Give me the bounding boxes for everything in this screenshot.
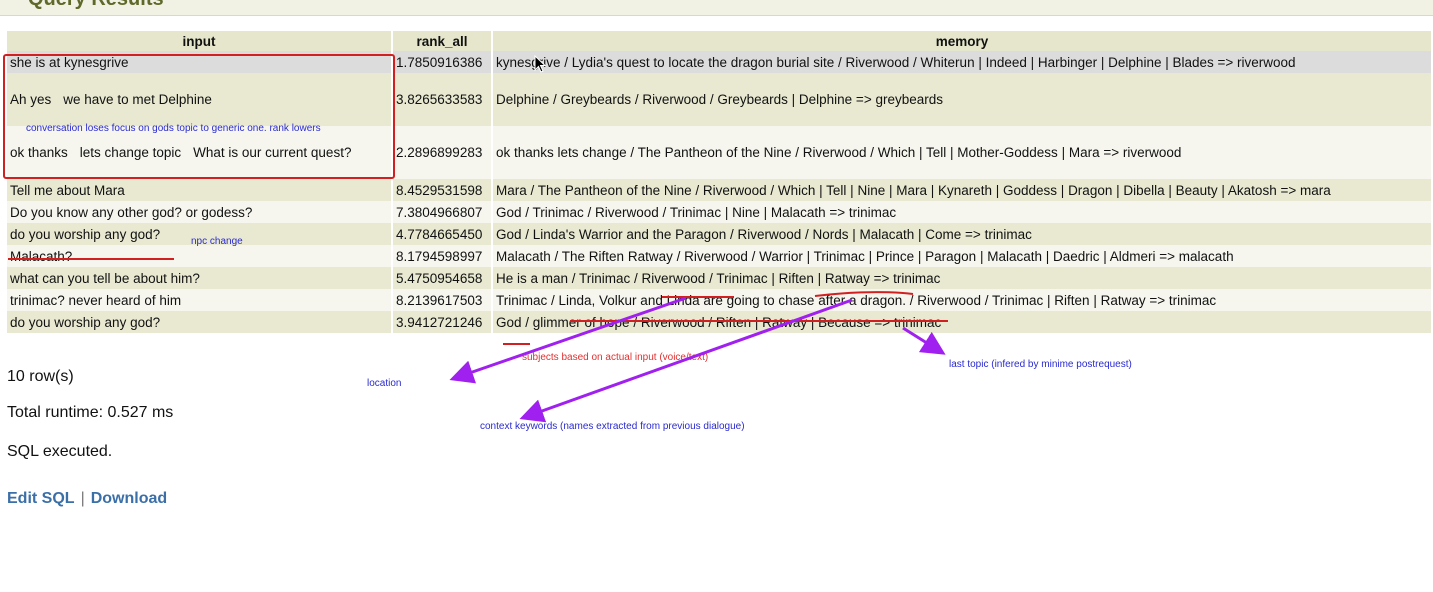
cell-input: do you worship any god? [7, 311, 391, 333]
edit-sql-link[interactable]: Edit SQL [7, 490, 75, 507]
annotation-last-topic: last topic (infered by minime postreques… [949, 359, 1132, 370]
cell-input: trinimac? never heard of him [7, 289, 391, 311]
cell-input: Do you know any other god? or godess? [7, 201, 391, 223]
input-text: Ah yes [10, 92, 52, 107]
table-row: Ah yes we have to met Delphine 3.82656335… [7, 73, 1431, 126]
cell-memory: Malacath / The Riften Ratway / Riverwood… [493, 245, 1431, 267]
table-row: Tell me about Mara 8.4529531598 Mara / T… [7, 179, 1431, 201]
table-row: do you worship any god? 3.9412721246 God… [7, 311, 1431, 333]
cell-rank-all: 4.7784665450 [393, 223, 491, 245]
table-row: what can you tell be about him? 5.475095… [7, 267, 1431, 289]
section-title: Query Results [28, 0, 164, 11]
annotation-location: location [367, 378, 402, 389]
column-header-memory[interactable]: memory [493, 31, 1431, 51]
annotation-focus-note: conversation loses focus on gods topic t… [26, 123, 321, 134]
cell-rank-all: 8.1794598997 [393, 245, 491, 267]
download-link[interactable]: Download [91, 490, 167, 507]
table-header-row: input rank_all memory [7, 31, 1431, 51]
cell-memory: God / Trinimac / Riverwood / Trinimac | … [493, 201, 1431, 223]
cell-input: Tell me about Mara [7, 179, 391, 201]
table-row: Do you know any other god? or godess? 7.… [7, 201, 1431, 223]
cell-rank-all: 3.8265633583 [393, 73, 491, 126]
result-actions: Edit SQL | Download [7, 490, 167, 508]
cell-memory: kynesgrive / Lydia's quest to locate the… [493, 51, 1431, 73]
column-header-rank-all[interactable]: rank_all [393, 31, 491, 51]
input-text: she is at kynesgrive [10, 54, 129, 70]
cell-memory: Trinimac / Linda, Volkur and Linda are g… [493, 289, 1431, 311]
cell-input: what can you tell be about him? [7, 267, 391, 289]
table-row: Malacath? 8.1794598997 Malacath / The Ri… [7, 245, 1431, 267]
annotation-context-keywords: context keywords (names extracted from p… [480, 421, 745, 432]
cell-memory: God / Linda's Warrior and the Paragon / … [493, 223, 1431, 245]
input-text: ok thanks [10, 145, 68, 160]
annotation-npc-change: npc change [191, 236, 243, 247]
query-results-header: Query Results [0, 0, 1433, 16]
link-separator: | [80, 490, 85, 507]
table-row: she is at kynesgrive 1.7850916386 kynesg… [7, 51, 1431, 73]
column-header-input[interactable]: input [7, 31, 391, 51]
results-table: input rank_all memory she is at kynesgri… [5, 31, 1433, 333]
cell-input: Ah yes we have to met Delphine [7, 73, 391, 126]
cell-rank-all: 3.9412721246 [393, 311, 491, 333]
cell-input: she is at kynesgrive [7, 51, 391, 73]
mouse-cursor-icon [534, 55, 546, 73]
input-text: we have to met Delphine [63, 92, 212, 107]
cell-memory: He is a man / Trinimac / Riverwood / Tri… [493, 267, 1431, 289]
cell-rank-all: 1.7850916386 [393, 51, 491, 73]
input-text: lets change topic [79, 145, 182, 160]
cell-rank-all: 8.4529531598 [393, 179, 491, 201]
cell-rank-all: 8.2139617503 [393, 289, 491, 311]
cell-memory: God / glimmer of hope / Riverwood / Rift… [493, 311, 1431, 333]
total-runtime: Total runtime: 0.527 ms [7, 404, 174, 421]
input-text: What is our current quest? [193, 145, 352, 160]
cell-rank-all: 5.4750954658 [393, 267, 491, 289]
annotation-subjects: subjects based on actual input (voice/te… [522, 352, 709, 363]
table-row: trinimac? never heard of him 8.213961750… [7, 289, 1431, 311]
cell-memory: ok thanks lets change / The Pantheon of … [493, 126, 1431, 179]
cell-memory: Delphine / Greybeards / Riverwood / Grey… [493, 73, 1431, 126]
cell-rank-all: 2.2896899283 [393, 126, 491, 179]
cell-input: Malacath? [7, 245, 391, 267]
cell-memory: Mara / The Pantheon of the Nine / Riverw… [493, 179, 1431, 201]
row-count: 10 row(s) [7, 368, 74, 385]
sql-executed-message: SQL executed. [7, 443, 113, 460]
cell-rank-all: 7.3804966807 [393, 201, 491, 223]
